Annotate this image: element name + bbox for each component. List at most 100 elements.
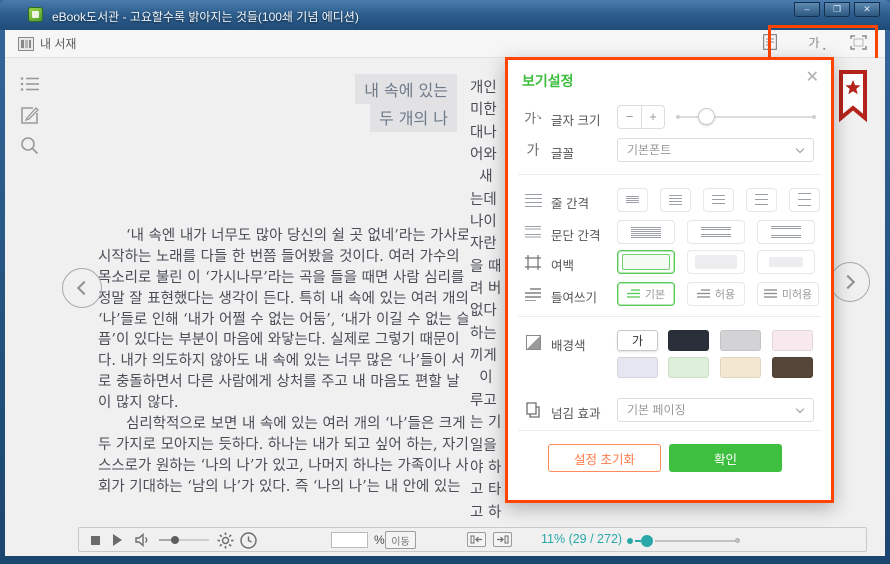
bg-swatch-white[interactable]: 가 — [617, 330, 658, 351]
reset-settings-button[interactable]: 설정 초기화 — [548, 444, 661, 472]
progress-knob[interactable] — [641, 535, 653, 547]
chevron-left-icon — [77, 281, 91, 295]
jump-to-end-button[interactable] — [493, 532, 512, 547]
page-effect-row: 넘김 효과 기본 페이징 — [508, 398, 831, 424]
book-text-fragment: 고 하 — [470, 502, 514, 524]
prev-page-button[interactable] — [62, 268, 102, 308]
contents-view-icon[interactable] — [761, 33, 779, 51]
goto-button[interactable]: 이동 — [385, 531, 416, 549]
maximize-button[interactable]: ❐ — [824, 2, 850, 17]
line-spacing-option-2[interactable] — [660, 188, 691, 212]
settings-gear-icon[interactable] — [217, 532, 234, 554]
indent-label: 들여쓰기 — [551, 287, 597, 306]
page-effect-label: 넘김 효과 — [551, 403, 600, 422]
panel-title: 보기설정 — [522, 71, 574, 91]
font-size-icon: 가↘ — [523, 107, 543, 127]
bg-swatch-cream[interactable] — [720, 357, 761, 378]
book-text-line: 스스로가 원하는 ‘나의 나’가 있고, 나머지 하나는 가족이나 사 — [98, 456, 468, 477]
font-size-stepper: − + — [617, 105, 665, 129]
bg-swatch-green[interactable] — [668, 357, 709, 378]
note-icon[interactable] — [20, 106, 42, 128]
indent-icon — [523, 284, 543, 304]
indent-option-default-selected[interactable]: 기본 — [617, 282, 675, 306]
toc-icon[interactable] — [20, 76, 42, 98]
indent-option-disallow[interactable]: 미허용 — [757, 282, 819, 306]
reading-progress-text: 11% (29 / 272) — [541, 532, 622, 546]
panel-close-icon[interactable]: ✕ — [806, 67, 819, 87]
bg-swatch-lavender[interactable] — [617, 357, 658, 378]
font-size-plus-button[interactable]: + — [641, 105, 665, 129]
font-family-dropdown[interactable]: 기본폰트 — [617, 138, 814, 162]
page-percent-input[interactable] — [331, 532, 368, 548]
font-size-slider[interactable] — [678, 116, 814, 118]
margin-option-1-selected[interactable] — [617, 250, 675, 274]
font-size-minus-button[interactable]: − — [617, 105, 641, 129]
line-spacing-option-1[interactable] — [617, 188, 648, 212]
chapter-heading-line1: 내 속에 있는 — [355, 74, 457, 104]
margin-row: 여백 — [508, 250, 831, 276]
book-text-line: 로 충돌하면서 다른 사람에게 상처를 주고 내 마음도 편할 날 — [98, 372, 468, 393]
background-color-label: 배경색 — [551, 335, 586, 354]
line-spacing-option-5[interactable] — [789, 188, 820, 212]
paragraph-spacing-row: 문단 간격 — [508, 220, 831, 246]
confirm-button[interactable]: 확인 — [669, 444, 782, 472]
bg-swatch-brown[interactable] — [772, 357, 813, 378]
page-effect-value: 기본 페이징 — [627, 403, 686, 417]
font-settings-icon[interactable]: 가▪ — [805, 33, 823, 51]
volume-knob[interactable] — [171, 536, 179, 544]
margin-option-3[interactable] — [757, 250, 815, 274]
minimize-button[interactable]: – — [794, 2, 820, 17]
play-button[interactable] — [113, 534, 122, 546]
paragraph-spacing-option-2[interactable] — [687, 220, 745, 244]
paragraph-spacing-label: 문단 간격 — [551, 225, 600, 244]
next-page-button[interactable] — [830, 262, 870, 302]
font-size-slider-knob[interactable] — [698, 108, 715, 125]
progress-track[interactable] — [655, 540, 737, 542]
divider — [518, 430, 821, 431]
page-effect-dropdown[interactable]: 기본 페이징 — [617, 398, 814, 422]
search-icon[interactable] — [20, 136, 42, 158]
app-icon — [28, 7, 43, 22]
progress-end-dot — [735, 538, 740, 543]
line-spacing-option-4[interactable] — [746, 188, 777, 212]
chevron-down-icon — [796, 405, 804, 413]
close-button[interactable]: ✕ — [854, 2, 880, 17]
background-color-icon — [523, 332, 543, 352]
book-text-line: 심리학적으로 보면 내 속에 있는 여러 개의 ‘나’들은 크게 — [98, 414, 468, 435]
bg-swatch-dark[interactable] — [668, 330, 709, 351]
clock-icon[interactable] — [240, 532, 257, 554]
margin-option-2[interactable] — [687, 250, 745, 274]
line-spacing-row: 줄 간격 — [508, 188, 831, 214]
progress-marker-dot — [627, 538, 633, 544]
volume-slider[interactable] — [159, 539, 209, 541]
percent-sign: % — [374, 533, 385, 547]
paragraph-spacing-option-1[interactable] — [617, 220, 675, 244]
bg-swatch-gray[interactable] — [720, 330, 761, 351]
page-effect-icon — [523, 400, 543, 420]
paragraph-spacing-option-3[interactable] — [757, 220, 815, 244]
divider — [518, 174, 821, 175]
stop-button[interactable] — [91, 536, 100, 545]
chevron-right-icon — [841, 275, 855, 289]
indent-option-allow[interactable]: 허용 — [687, 282, 745, 306]
book-text-line: 이 많지 않다. — [98, 393, 468, 414]
volume-icon[interactable] — [135, 533, 151, 552]
divider — [518, 316, 821, 317]
my-library-button[interactable]: 내 서재 — [18, 35, 76, 52]
line-spacing-option-3[interactable] — [703, 188, 734, 212]
line-spacing-label: 줄 간격 — [551, 193, 589, 212]
font-size-row: 가↘ 글자 크기 − + — [508, 105, 831, 131]
indent-option-label: 미허용 — [782, 286, 812, 302]
bottom-toolbar: % 이동 11% (29 / 272) — [78, 527, 867, 552]
jump-to-start-button[interactable] — [467, 532, 486, 547]
bg-swatch-pink[interactable] — [772, 330, 813, 351]
book-text-line: 회가 기대하는 ‘남의 나’가 있다. 즉 ‘나의 나’는 내 안에 있는 — [98, 477, 468, 498]
appbar: 내 서재 가▪ — [5, 30, 885, 58]
bookmark-ribbon-icon[interactable] — [838, 70, 868, 129]
fullscreen-icon[interactable] — [849, 33, 867, 51]
book-page-left: ‘내 속엔 내가 너무도 많아 당신의 쉴 곳 없네’라는 가사로 시작하는 노… — [98, 226, 468, 498]
book-text-line: 다. 내가 의도하지 않아도 내 속에 있는 너무 많은 ‘나’들이 서 — [98, 351, 468, 372]
paragraph-spacing-icon — [523, 222, 543, 242]
indent-option-label: 기본 — [645, 286, 665, 302]
chapter-heading-line2: 두 개의 나 — [370, 102, 457, 132]
